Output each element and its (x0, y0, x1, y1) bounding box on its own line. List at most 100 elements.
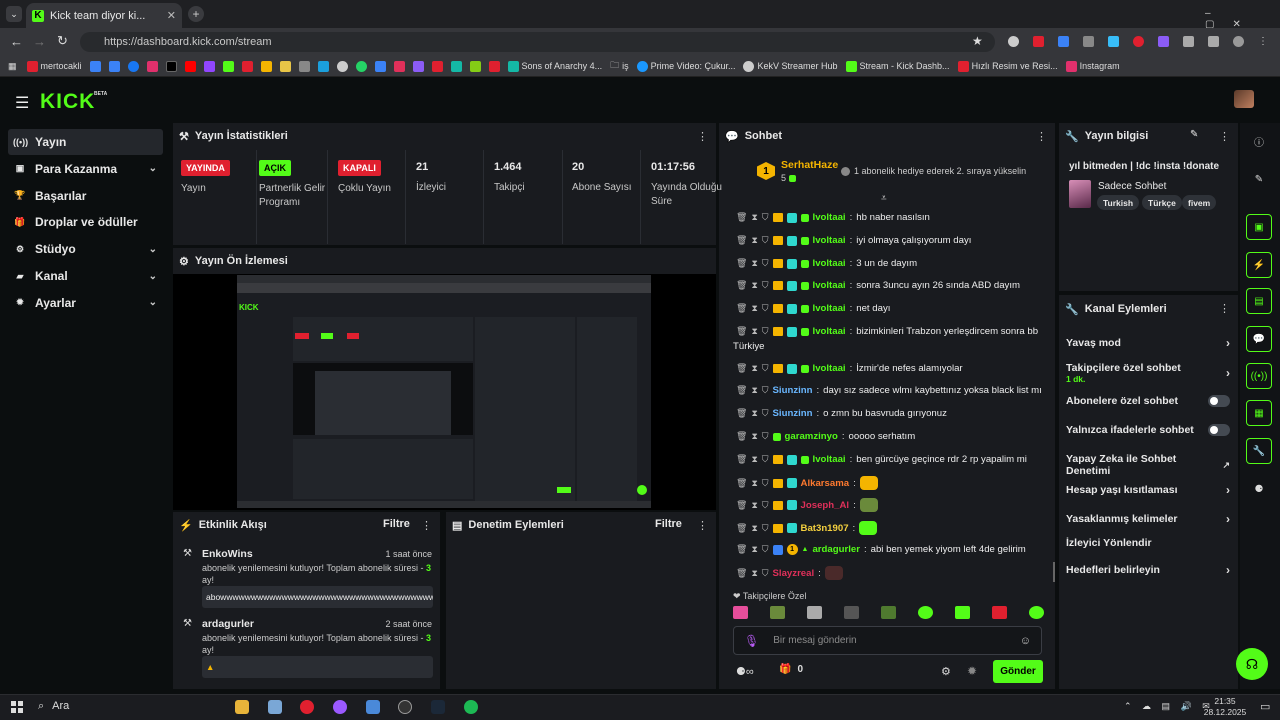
channel-action-7[interactable]: İzleyici Yönlendir (1066, 537, 1230, 549)
mic-icon[interactable]: 🎙 (744, 634, 759, 648)
extension-icon[interactable] (1108, 36, 1119, 47)
media-icon[interactable] (1208, 36, 1219, 47)
x-icon[interactable] (165, 60, 177, 72)
facebook-icon[interactable] (127, 60, 139, 72)
emote-icon[interactable] (955, 606, 970, 619)
bookmark-star-icon[interactable]: ★ (972, 34, 983, 48)
chat-scrollbar[interactable] (1053, 562, 1055, 582)
edit-icon[interactable]: ✎ (1190, 129, 1198, 140)
moderation-filter-button[interactable]: Filtre (655, 518, 682, 530)
event-user[interactable]: EnkoWins (202, 548, 253, 560)
new-tab-button[interactable]: + (188, 6, 204, 22)
emote-icon[interactable] (881, 606, 896, 619)
category-name[interactable]: Sadece Sohbet (1098, 181, 1166, 192)
layout-icon[interactable]: ⚈ (1246, 476, 1272, 502)
address-bar[interactable]: https://dashboard.kick.com/stream (80, 32, 995, 52)
bookmark-icon[interactable] (450, 60, 462, 72)
bookmark-icon[interactable] (488, 60, 500, 72)
sidebar-item-6[interactable]: ✹ Ayarlar ⌄ (8, 290, 163, 316)
points-icon[interactable]: ⚈∞ (736, 665, 754, 678)
tools-toggle-icon[interactable]: 🔧 (1246, 438, 1272, 464)
bookmark-item[interactable]: KekV Streamer Hub (743, 60, 838, 72)
steam-icon[interactable] (431, 700, 445, 714)
tab-search-button[interactable]: ⌄ (6, 6, 22, 22)
twitch-icon[interactable] (203, 60, 215, 72)
spotify-icon[interactable] (464, 700, 478, 714)
bookmark-icon[interactable] (260, 60, 272, 72)
kebab-icon[interactable]: ⋮ (697, 130, 708, 143)
emote-icon[interactable] (1029, 606, 1044, 619)
broadcast-toggle-icon[interactable]: ((•)) (1246, 363, 1272, 389)
event-user[interactable]: ardagurler (202, 618, 254, 630)
bookmark-item[interactable]: Hızlı Resim ve Resi... (957, 60, 1058, 72)
calculator-icon[interactable] (268, 700, 282, 714)
bookmark-icon[interactable] (279, 60, 291, 72)
moderation-toggle-icon[interactable]: ▤ (1246, 288, 1272, 314)
sidebar-item-4[interactable]: ⚙ Stüdyo ⌄ (8, 236, 163, 262)
send-button[interactable]: Gönder (993, 660, 1043, 683)
apps-icon[interactable]: ▦ (8, 61, 17, 72)
channel-action-5[interactable]: Hesap yaşı kısıtlaması › (1066, 483, 1230, 497)
extension-icon[interactable] (1133, 36, 1144, 47)
stats-toggle-icon[interactable]: ▦ (1246, 400, 1272, 426)
bookmark-folder[interactable]: 🗀 iş (610, 58, 629, 74)
bookmark-icon[interactable] (298, 60, 310, 72)
kebab-icon[interactable]: ⋮ (1219, 130, 1230, 143)
instagram-icon[interactable] (146, 60, 158, 72)
adblock-icon[interactable] (1033, 36, 1044, 47)
youtube-icon[interactable] (184, 60, 196, 72)
clock[interactable]: 21:35 28.12.2025 (1200, 696, 1250, 718)
sidebar-item-0[interactable]: ((•)) Yayın (8, 129, 163, 155)
app-icon[interactable] (366, 700, 380, 714)
tab-close-icon[interactable]: ✕ (167, 9, 176, 22)
hamburger-menu-icon[interactable]: ☰ (15, 93, 29, 113)
extension-icon[interactable] (1158, 36, 1169, 47)
channel-action-4[interactable]: Yapay Zeka ile Sohbet Denetimi ↗ (1066, 453, 1230, 477)
bookmark-icon[interactable] (393, 60, 405, 72)
notification-icon[interactable]: ▭ (1260, 700, 1270, 713)
activity-filter-button[interactable]: Filtre (383, 518, 410, 530)
gear-icon[interactable]: ⚙ (941, 665, 951, 678)
kebab-icon[interactable]: ⋮ (1036, 130, 1047, 143)
bookmark-icon[interactable] (412, 60, 424, 72)
bookmark-icon[interactable] (469, 60, 481, 72)
tag-chip[interactable]: Turkish (1097, 195, 1140, 210)
sidebar-item-3[interactable]: 🎁 Droplar ve ödüller (8, 209, 163, 235)
extension-icon[interactable] (1008, 36, 1019, 47)
sidebar-item-5[interactable]: ▰ Kanal ⌄ (8, 263, 163, 289)
tag-chip[interactable]: fivem (1182, 195, 1217, 210)
kebab-icon[interactable]: ⋮ (697, 519, 708, 532)
kebab-icon[interactable]: ⋮ (1219, 302, 1230, 315)
toggle-switch[interactable] (1208, 424, 1230, 436)
support-button[interactable]: ☊ (1236, 648, 1268, 680)
top-gifter-name[interactable]: SerhatHaze (781, 159, 838, 171)
bookmark-icon[interactable] (317, 60, 329, 72)
puzzle-icon[interactable] (1183, 36, 1194, 47)
github-icon[interactable] (336, 60, 348, 72)
kick-logo[interactable]: KICK (40, 90, 95, 114)
channel-action-6[interactable]: Yasaklanmış kelimeler › (1066, 512, 1230, 526)
kebab-icon[interactable]: ⋮ (421, 519, 432, 532)
stream-preview-video[interactable]: KICK (237, 275, 651, 508)
extension-icon[interactable] (1058, 36, 1069, 47)
channel-action-8[interactable]: Hedefleri belirleyin › (1066, 563, 1230, 577)
file-explorer-icon[interactable] (235, 700, 249, 714)
reload-icon[interactable]: ↻ (57, 33, 68, 49)
profile-avatar[interactable] (1233, 36, 1244, 47)
bookmark-item[interactable]: Sons of Anarchy 4... (507, 60, 602, 72)
sidebar-item-1[interactable]: ▣ Para Kazanma ⌄ (8, 156, 163, 182)
extension-icon[interactable] (1083, 36, 1094, 47)
discord-icon[interactable] (333, 700, 347, 714)
taskbar-search[interactable]: ⌕ Ara (38, 700, 69, 713)
bookmark-icon[interactable] (241, 60, 253, 72)
bookmark-item[interactable]: Stream - Kick Dashb... (845, 60, 950, 72)
bookmark-icon[interactable] (374, 60, 386, 72)
sidebar-item-2[interactable]: 🏆 Başarılar (8, 183, 163, 209)
chat-input[interactable]: 🎙 Bir mesaj gönderin ☺ (733, 626, 1042, 655)
info-icon[interactable]: ⓘ (1246, 128, 1272, 154)
pencil-icon[interactable]: ✎ (1246, 166, 1272, 192)
emote-icon[interactable] (770, 606, 785, 619)
menu-icon[interactable]: ⋮ (1258, 36, 1268, 47)
back-icon[interactable]: ← (10, 34, 23, 49)
bookmark-icon[interactable] (89, 60, 101, 72)
